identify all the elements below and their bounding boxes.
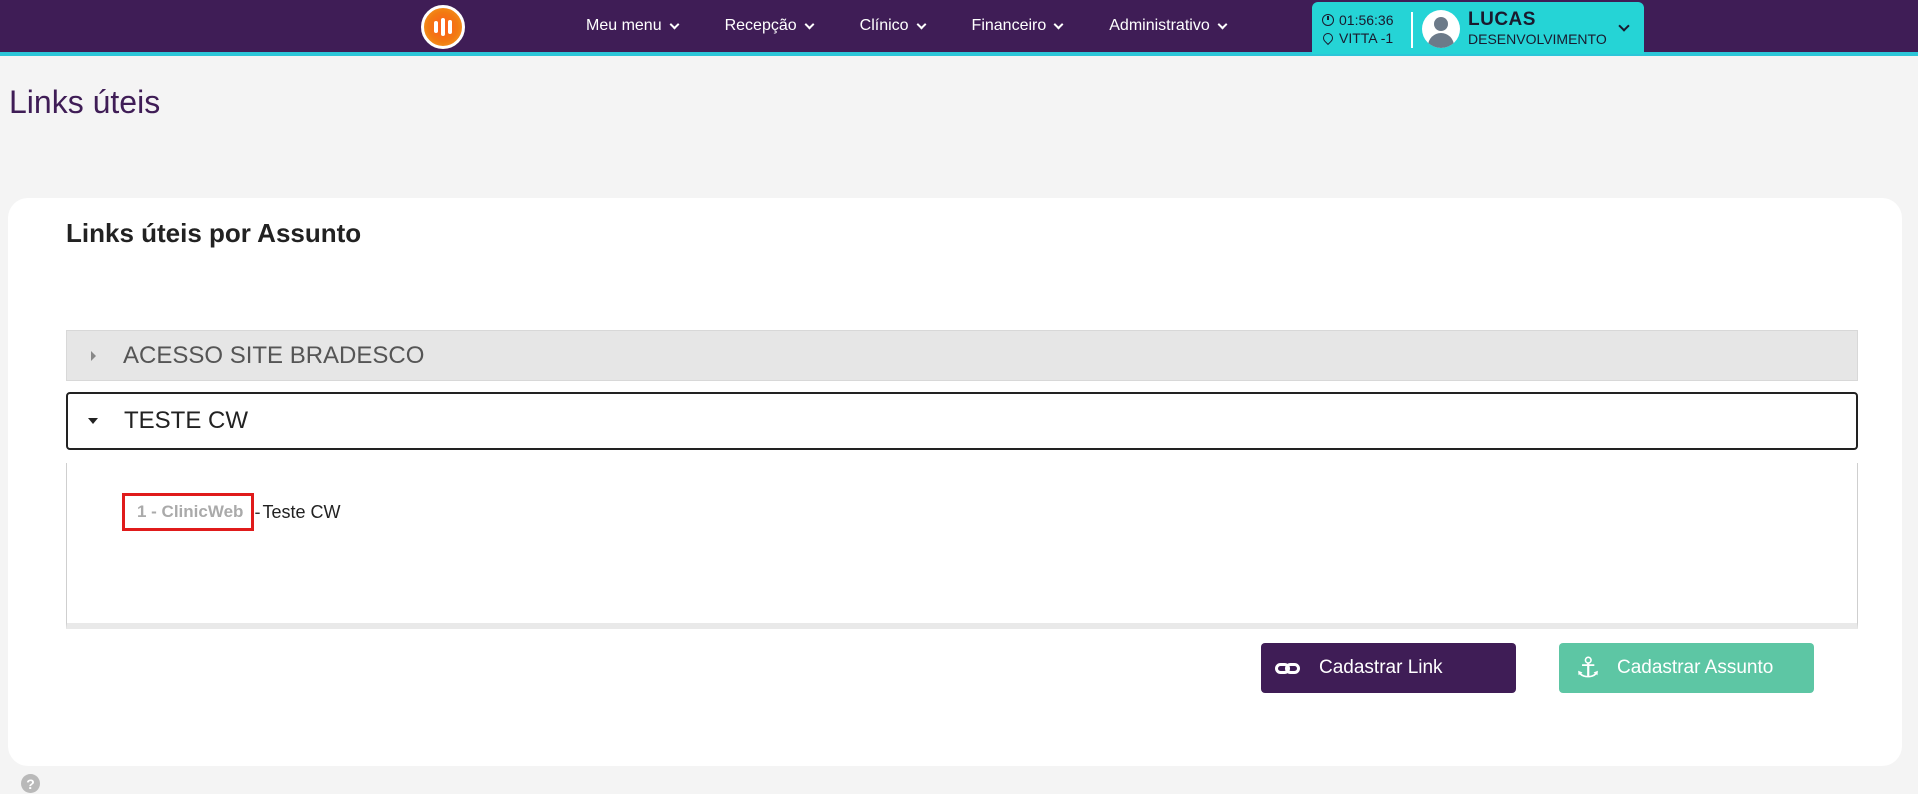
chevron-down-icon xyxy=(1053,19,1064,29)
main-menu: Meu menu Recepção Clínico Financeiro Adm… xyxy=(586,0,1273,52)
user-role: DESENVOLVIMENTO xyxy=(1468,31,1607,47)
menu-item-clinico[interactable]: Clínico xyxy=(859,17,926,35)
accordion-subject-bradesco[interactable]: ACESSO SITE BRADESCO xyxy=(66,330,1858,381)
link-item-clinicweb[interactable]: 1 - ClinicWeb xyxy=(122,493,255,531)
caret-right-icon xyxy=(91,350,96,361)
menu-item-financeiro[interactable]: Financeiro xyxy=(971,17,1064,35)
anchor-icon: ⚓ xyxy=(1575,652,1601,683)
add-link-button[interactable]: Cadastrar Link xyxy=(1261,643,1516,693)
page-title: Links úteis xyxy=(9,84,161,120)
add-subject-button[interactable]: ⚓ Cadastrar Assunto xyxy=(1559,643,1814,693)
menu-item-administrativo[interactable]: Administrativo xyxy=(1109,17,1228,35)
user-panel-divider xyxy=(1411,12,1413,48)
links-card: Links úteis por Assunto ACESSO SITE BRAD… xyxy=(8,198,1902,766)
location-pin-icon xyxy=(1320,30,1336,46)
chevron-down-icon xyxy=(1217,19,1228,29)
add-subject-label: Cadastrar Assunto xyxy=(1617,657,1774,678)
user-panel[interactable]: 01:56:36 VITTA -1 LUCAS DESENVOLVIMENTO xyxy=(1312,2,1644,54)
stopwatch-icon xyxy=(1322,14,1334,26)
card-title: Links úteis por Assunto xyxy=(66,218,362,248)
caret-down-icon xyxy=(88,418,98,424)
session-location: VITTA -1 xyxy=(1339,30,1394,46)
session-info: 01:56:36 VITTA -1 xyxy=(1320,11,1394,47)
menu-item-label: Meu menu xyxy=(586,17,662,34)
accordion-label: TESTE CW xyxy=(124,407,248,434)
chevron-down-icon xyxy=(916,19,926,29)
help-icon[interactable]: ? xyxy=(21,774,40,793)
avatar[interactable] xyxy=(1422,10,1460,48)
menu-item-recepcao[interactable]: Recepção xyxy=(724,17,815,35)
app-logo-icon[interactable] xyxy=(421,5,465,49)
accordion-subject-teste-cw[interactable]: TESTE CW xyxy=(66,392,1858,450)
link-separator: - xyxy=(254,501,261,522)
link-icon xyxy=(1275,656,1305,680)
session-time: 01:56:36 xyxy=(1339,12,1394,28)
accordion-header[interactable]: ACESSO SITE BRADESCO xyxy=(67,331,1857,380)
top-navbar: Meu menu Recepção Clínico Financeiro Adm… xyxy=(0,0,1918,56)
chevron-down-icon xyxy=(669,19,680,29)
list-item: 1 - ClinicWeb - Teste CW xyxy=(122,493,340,531)
add-link-label: Cadastrar Link xyxy=(1319,657,1443,678)
menu-item-meu-menu[interactable]: Meu menu xyxy=(586,17,680,35)
menu-item-label: Financeiro xyxy=(971,17,1047,34)
link-description: Teste CW xyxy=(262,501,341,522)
accordion-body: 1 - ClinicWeb - Teste CW xyxy=(66,463,1858,629)
chevron-down-icon[interactable] xyxy=(1618,20,1630,32)
user-name: LUCAS xyxy=(1468,9,1536,30)
accordion-label: ACESSO SITE BRADESCO xyxy=(123,341,425,369)
menu-item-label: Clínico xyxy=(859,17,909,34)
menu-item-label: Recepção xyxy=(724,17,797,34)
menu-item-label: Administrativo xyxy=(1109,17,1210,34)
accordion-header[interactable]: TESTE CW xyxy=(68,394,1856,448)
chevron-down-icon xyxy=(804,19,815,29)
user-avatar-icon xyxy=(1434,17,1448,31)
